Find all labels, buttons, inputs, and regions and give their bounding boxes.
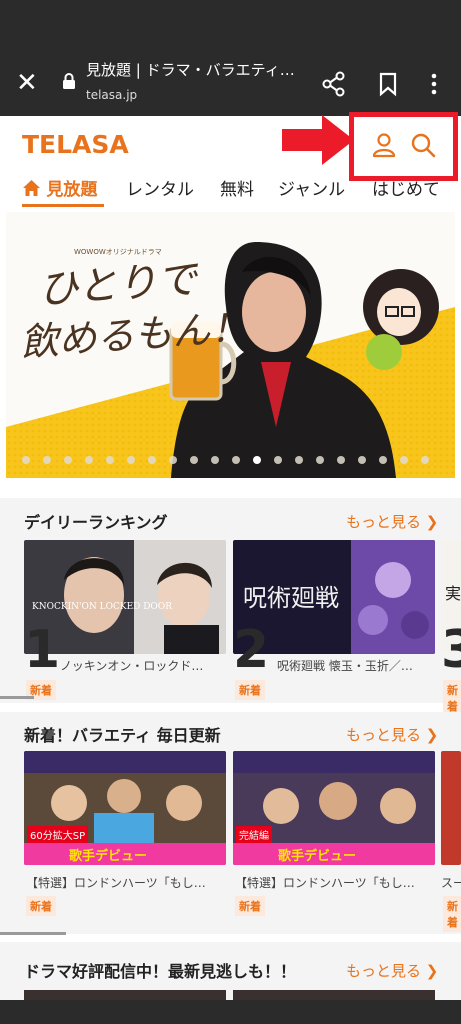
tab-genre[interactable]: ジャンル [278,175,345,200]
more-link[interactable]: もっと見る ❯ [346,724,438,745]
tab-mihoudai[interactable]: 見放題 [22,175,97,200]
new-badge: 新着 [235,896,265,916]
chevron-right-icon: ❯ [425,726,439,744]
status-bar [0,0,461,50]
ranking-art-title-1: KNOCKIN'ON LOCKED DOOR [32,602,172,612]
new-badge: 新着 [443,896,461,932]
chevron-right-icon: ❯ [425,962,439,980]
carousel-dot[interactable] [295,456,303,464]
more-label: もっと見る [346,513,422,531]
carousel-dot[interactable] [169,456,177,464]
ranking-art-title-3: 実 [445,584,461,603]
account-icon[interactable] [370,131,398,159]
variety-banner-text: 歌手デビュー [69,849,148,864]
highlight-box-annotation [349,112,458,181]
carousel-dot[interactable] [64,456,72,464]
rank-number: 3 [441,620,461,680]
carousel-dot[interactable] [379,456,387,464]
carousel-dot[interactable] [400,456,408,464]
ranking-caption[interactable]: 呪術廻戦 懐玉・玉折／… [277,657,433,674]
variety-tag: 60分拡大SP [27,826,89,843]
more-label: もっと見る [346,962,422,980]
tab-rental[interactable]: レンタル [126,175,194,200]
home-icon [23,180,40,196]
active-tab-indicator [22,204,104,207]
scroll-indicator [0,932,66,935]
carousel-dot[interactable] [232,456,240,464]
hero-banner[interactable]: WOWOWオリジナルドラマ ひとりで 飲めるもん！ [6,212,455,478]
carousel-dot[interactable] [211,456,219,464]
variety-card-1[interactable]: 60分拡大SP 歌手デビュー [24,751,226,865]
variety-card-2[interactable]: 完結編 歌手デビュー [233,751,435,865]
variety-caption[interactable]: スー [441,874,461,891]
carousel-dot[interactable] [253,456,261,464]
carousel-dot[interactable] [358,456,366,464]
variety-tag: 完結編 [236,826,272,843]
carousel-dot[interactable] [337,456,345,464]
section-title: ドラマ好評配信中！最新見逃しも！！ [24,962,297,981]
drama-card-1[interactable] [24,990,226,1000]
carousel-dot[interactable] [43,456,51,464]
carousel-dot[interactable] [190,456,198,464]
ranking-caption[interactable]: ノッキンオン・ロックド… [60,657,224,674]
section-title: 新着！バラエティ 毎日更新 [24,726,221,745]
new-badge: 新着 [26,896,56,916]
share-icon[interactable] [320,70,348,98]
variety-caption[interactable]: 【特選】ロンドンハーツ「もし… [26,874,226,891]
system-nav-bar [0,1000,461,1024]
new-badge: 新着 [235,680,265,700]
carousel-dot[interactable] [316,456,324,464]
more-link[interactable]: もっと見る ❯ [346,960,438,981]
drama-card-2[interactable] [233,990,435,1000]
section-title: デイリーランキング [24,513,168,532]
carousel-dot[interactable] [148,456,156,464]
carousel-dots[interactable] [6,452,455,468]
tab-beginners[interactable]: はじめて [372,175,440,200]
more-link[interactable]: もっと見る ❯ [346,511,438,532]
search-icon[interactable] [409,131,437,159]
variety-caption[interactable]: 【特選】ロンドンハーツ「もし… [235,874,435,891]
variety-card-3[interactable] [441,751,461,865]
carousel-dot[interactable] [274,456,282,464]
rank-number: 2 [233,620,270,680]
scroll-indicator [0,696,34,699]
new-badge: 新着 [443,680,461,716]
carousel-dot[interactable] [421,456,429,464]
close-icon[interactable]: ✕ [16,70,38,96]
page-url[interactable]: telasa.jp [86,88,137,102]
carousel-dot[interactable] [85,456,93,464]
more-label: もっと見る [346,726,422,744]
bookmark-icon[interactable] [374,70,402,98]
variety-banner-text: 歌手デビュー [278,849,357,864]
lock-icon [63,73,75,89]
carousel-dot[interactable] [127,456,135,464]
page-title[interactable]: 見放題 | ドラマ・バラエティ… [86,59,296,80]
carousel-dot[interactable] [22,456,30,464]
ranking-art-title-2: 呪術廻戦 [243,584,339,612]
tab-label: 見放題 [46,180,98,200]
carousel-dot[interactable] [106,456,114,464]
browser-toolbar: ✕ 見放題 | ドラマ・バラエティ… telasa.jp [0,50,461,116]
tab-free[interactable]: 無料 [220,175,254,200]
rank-number: 1 [24,620,61,680]
more-menu-icon[interactable] [420,70,448,98]
telasa-logo[interactable]: TELASA [22,130,129,159]
chevron-right-icon: ❯ [425,513,439,531]
red-arrow-annotation [282,115,354,165]
